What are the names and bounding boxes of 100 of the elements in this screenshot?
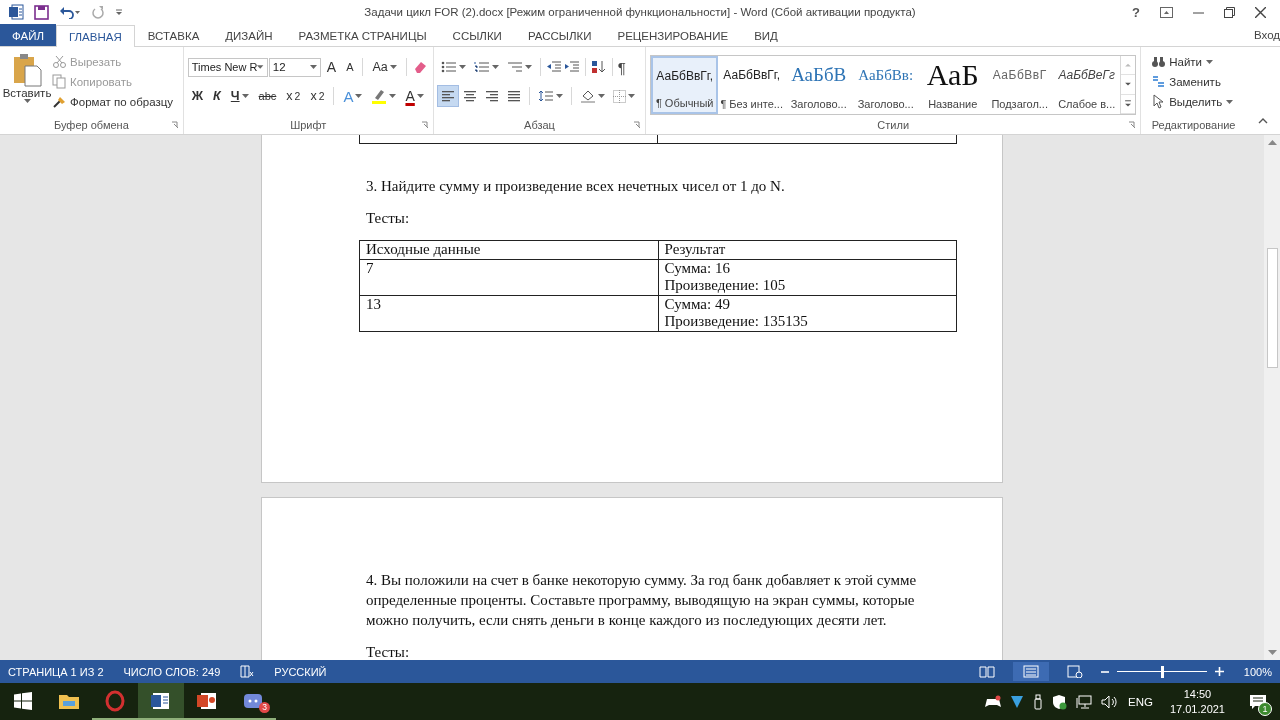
paragraph: 4. Вы положили на счет в банке некоторую сумму. За год банк добавляет к этой сумме определенные проценты. Составьте программу, выводящую на экран суммы, которые можно получить, если снять деньги в конце каждого из последующих десяти лет. [366,571,918,630]
scissors-icon [52,54,66,69]
align-right-icon [484,90,499,102]
group-label: Стили [877,119,910,131]
replace-button[interactable]: Заменить [1149,73,1236,90]
undo-icon[interactable] [59,5,81,19]
strikethrough-button[interactable]: abc [254,86,281,106]
ring-icon [103,688,127,713]
tests-label: Тесты: [366,209,411,228]
sort-icon[interactable] [590,60,607,74]
zoom-level[interactable]: 100% [1243,665,1272,678]
shrink-font-button[interactable]: A [342,57,358,77]
restore-icon[interactable] [1224,6,1235,18]
ribbon-tab[interactable]: ВИД [741,24,791,46]
ribbon-tab[interactable]: РЕЦЕНЗИРОВАНИЕ [604,24,742,46]
ribbon-display-icon[interactable] [1160,6,1173,18]
app-icon [8,4,24,20]
font-size-field[interactable]: 12 [268,57,321,77]
page-count[interactable]: СТРАНИЦА 1 ИЗ 2 [8,665,104,678]
style-item[interactable]: АаБбВв: Заголово... [852,56,920,114]
style-item[interactable]: АаБбВеГг Слабое в... [1053,56,1121,114]
style-item[interactable]: АаБбВ Заголово... [785,56,853,114]
paint-bucket-icon [579,89,596,103]
language-indicator[interactable]: РУССКИЙ [274,665,327,678]
align-button[interactable] [437,86,458,106]
change-case-button[interactable]: Aa [368,57,401,77]
style-item[interactable]: АаБбВвГ Подзагол... [986,56,1054,114]
find-button[interactable]: Найти [1149,53,1236,70]
ribbon-tab[interactable]: РАЗМЕТКА СТРАНИЦЫ [285,24,440,46]
collapse-icon[interactable] [1258,118,1268,124]
zoom-in-icon[interactable] [1214,667,1224,676]
launcher-icon[interactable] [420,121,429,129]
bold-button[interactable]: Ж [187,86,208,106]
usb-icon[interactable] [1033,693,1043,710]
file-tab[interactable]: ФАЙЛ [0,24,56,46]
scroll-up-icon[interactable] [1267,139,1277,145]
caret-icon [241,94,249,98]
caret-icon [555,94,563,98]
ribbon-tab[interactable]: ССЫЛКИ [439,24,515,46]
window-title: Задачи цикл FOR (2).docx [Режим ограниченной функциональности] - Word (Сбой активации продукта) [363,6,917,18]
group-label: Абзац [524,119,555,131]
volume-icon[interactable] [1101,694,1119,709]
proofing-icon[interactable] [240,665,255,678]
binoculars-icon [1151,54,1166,69]
notification-badge: 3 [259,702,270,713]
paragraph: 3. Найдите сумму и произведение всех нечетных чисел от 1 до N. [366,177,786,196]
multilevel-list-icon [506,61,523,73]
launcher-icon[interactable] [170,121,179,129]
align-left-icon [440,90,455,102]
taskbar-app[interactable] [138,683,184,720]
close-icon[interactable] [1255,6,1266,18]
font-color-button[interactable]: A [401,86,428,106]
show-marks-button[interactable]: ¶ [617,58,626,76]
column-header: Исходные данные [359,240,658,259]
italic-button[interactable]: К [209,86,225,106]
style-item[interactable]: АаБ Название [919,56,987,114]
word-count[interactable]: ЧИСЛО СЛОВ: 249 [123,665,221,678]
scroll-thumb[interactable] [1266,247,1278,368]
select-button[interactable]: Выделить [1149,93,1236,110]
caret-icon [257,65,264,69]
gamepad-icon[interactable] [985,694,1001,709]
ribbon-tab[interactable]: РАССЫЛКИ [514,24,605,46]
web-layout-icon [1066,665,1083,678]
highlighter-icon [371,88,388,104]
help-button[interactable]: ? [1132,4,1140,20]
launcher-icon[interactable] [1128,121,1137,129]
caret-icon [1226,99,1234,104]
security-icon[interactable] [1052,693,1067,710]
painter-button[interactable]: Формат по образцу [50,93,176,110]
font-name-field[interactable]: Times New R [187,57,268,77]
input-language[interactable]: ENG [1128,695,1153,708]
caret-icon [355,94,363,98]
zoom-slider[interactable] [1116,665,1207,678]
ribbon-tab[interactable]: ВСТАВКА [134,24,213,46]
align-justify-icon [506,90,521,102]
customize-icon[interactable] [115,7,123,17]
decrease-indent-icon[interactable] [545,61,562,73]
sign-in-link[interactable]: Вход [1254,24,1280,46]
caret-icon [389,65,397,69]
ribbon-tab[interactable]: ДИЗАЙН [212,24,286,46]
table-cell: 13 [359,295,658,331]
scroll-down-icon[interactable] [1267,650,1277,656]
grow-font-button[interactable]: A [322,57,341,77]
network-icon[interactable] [1076,694,1092,709]
paste-button[interactable]: Вставить [4,51,50,116]
caret-icon [458,65,466,69]
print-layout-button[interactable] [1012,662,1049,681]
launcher-icon[interactable] [633,121,642,129]
save-icon[interactable] [34,4,49,20]
table-cell: 7 [359,259,658,295]
style-item[interactable]: АаБбВвГг, ¶ Без инте... [718,56,786,114]
clock[interactable]: 14:50 17.01.2021 [1161,686,1233,717]
action-center-button[interactable]: 1 [1242,686,1274,717]
style-item[interactable]: АаБбВвГг, ¶ Обычный [651,56,719,114]
page-layout-icon [1022,665,1039,678]
increase-indent-icon[interactable] [563,61,580,73]
ribbon-tab[interactable]: ГЛАВНАЯ [56,25,135,47]
taskbar-app[interactable]: 3 [230,683,276,720]
tests-label: Тесты: [366,643,411,660]
underline-button[interactable]: Ч [226,86,253,106]
